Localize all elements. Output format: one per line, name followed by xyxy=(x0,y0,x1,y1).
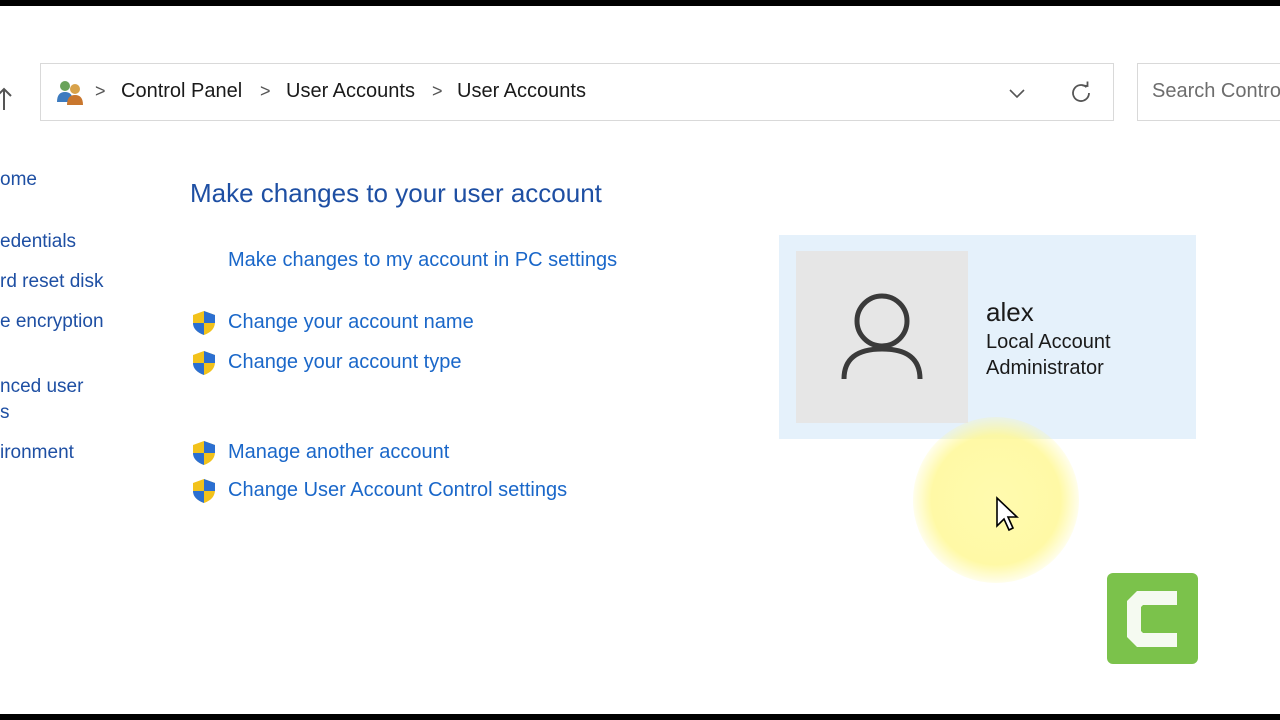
breadcrumb-separator: > xyxy=(432,81,443,101)
control-panel-window: > Control Panel > User Accounts > User A… xyxy=(0,6,1280,714)
mouse-pointer-icon xyxy=(996,496,1019,532)
breadcrumb-user-accounts[interactable]: User Accounts xyxy=(286,80,415,103)
nav-password-reset-disk[interactable]: rd reset disk xyxy=(0,269,103,295)
up-arrow-icon[interactable] xyxy=(0,86,14,112)
recorder-logo xyxy=(1107,573,1198,664)
account-role: Administrator xyxy=(986,357,1104,379)
uac-shield-icon xyxy=(193,479,215,503)
account-name: alex xyxy=(986,297,1034,327)
breadcrumb-user-accounts-current[interactable]: User Accounts xyxy=(457,80,586,103)
refresh-icon[interactable] xyxy=(1068,80,1094,106)
uac-shield-icon xyxy=(193,441,215,465)
uac-shield-icon xyxy=(193,351,215,375)
account-type: Local Account xyxy=(986,331,1111,353)
nav-manage-credentials[interactable]: edentials xyxy=(0,229,76,255)
chevron-down-icon[interactable] xyxy=(1006,84,1028,102)
account-tile: alex Local Account Administrator xyxy=(779,235,1196,439)
address-bar[interactable]: > Control Panel > User Accounts > User A… xyxy=(40,63,1114,121)
camtasia-logo-icon xyxy=(1127,591,1177,647)
search-placeholder: Search Control Panel xyxy=(1152,80,1280,102)
user-accounts-icon xyxy=(57,81,83,105)
nav-environment-variables[interactable]: ironment xyxy=(0,440,74,466)
breadcrumb-control-panel[interactable]: Control Panel xyxy=(121,80,242,103)
nav-control-panel-home[interactable]: ome xyxy=(0,167,37,193)
uac-shield-icon xyxy=(193,311,215,335)
nav-advanced-user-profiles[interactable]: nced user xyxy=(0,374,83,400)
change-account-name-link[interactable]: Change your account name xyxy=(228,311,474,334)
manage-another-account-link[interactable]: Manage another account xyxy=(228,441,449,464)
user-icon xyxy=(841,293,923,380)
nav-advanced-user-profiles-line2[interactable]: s xyxy=(0,400,10,426)
breadcrumb-separator: > xyxy=(95,81,106,101)
page-title: Make changes to your user account xyxy=(190,178,602,208)
avatar xyxy=(796,251,968,423)
nav-file-encryption[interactable]: e encryption xyxy=(0,309,104,335)
change-account-type-link[interactable]: Change your account type xyxy=(228,351,462,374)
pc-settings-link[interactable]: Make changes to my account in PC setting… xyxy=(228,249,617,272)
change-uac-settings-link[interactable]: Change User Account Control settings xyxy=(228,479,567,502)
search-input[interactable]: Search Control Panel xyxy=(1137,63,1280,121)
breadcrumb-separator: > xyxy=(260,81,271,101)
